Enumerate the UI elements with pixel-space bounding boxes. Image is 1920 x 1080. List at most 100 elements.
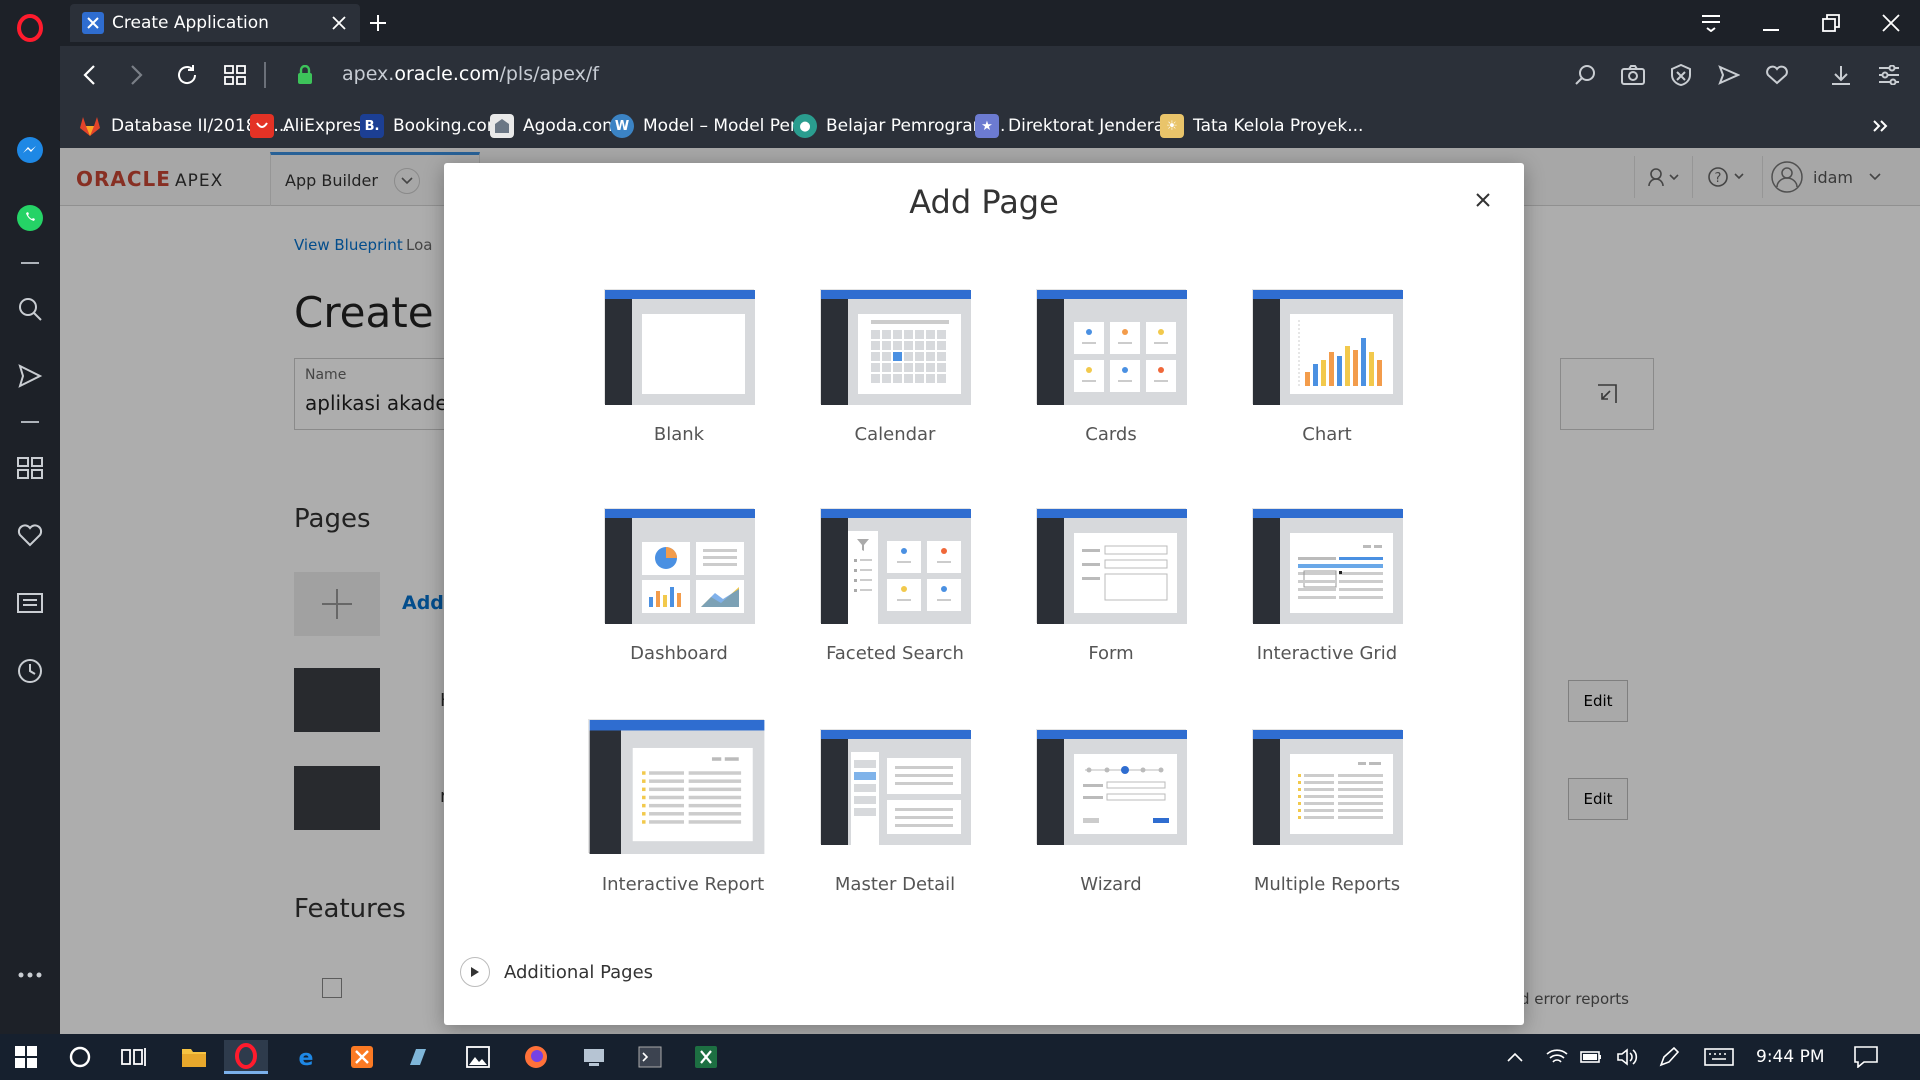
bookmark-direktorat[interactable]: ★ Direktorat Jenderal... bbox=[975, 112, 1185, 140]
easy-setup-icon[interactable] bbox=[1874, 60, 1904, 90]
tile-multiple-reports[interactable]: Multiple Reports bbox=[1234, 729, 1414, 919]
tab-create-application[interactable]: Create Application bbox=[70, 4, 360, 42]
camera-icon[interactable] bbox=[1618, 60, 1648, 90]
tile-label: Master Detail bbox=[834, 874, 956, 895]
bookmark-model-pen[interactable]: W Model – Model Pen... bbox=[610, 112, 817, 140]
tile-label: Dashboard bbox=[630, 643, 728, 664]
tile-interactive-report[interactable]: Interactive Report bbox=[574, 719, 774, 909]
chart-thumbnail-icon bbox=[1252, 289, 1403, 405]
tile-master-detail[interactable]: Master Detail bbox=[802, 729, 982, 919]
search-icon[interactable] bbox=[15, 294, 45, 324]
adblock-icon[interactable] bbox=[1666, 60, 1696, 90]
battery-icon[interactable] bbox=[1576, 1040, 1606, 1074]
minimize-icon[interactable] bbox=[1756, 9, 1786, 37]
close-tab-icon[interactable] bbox=[324, 8, 354, 38]
tabs-grid-icon[interactable] bbox=[220, 60, 250, 90]
send-icon[interactable] bbox=[15, 361, 45, 391]
tile-label: Blank bbox=[653, 424, 705, 445]
heart-icon[interactable] bbox=[1762, 60, 1792, 90]
reload-icon[interactable] bbox=[172, 60, 202, 90]
tile-dashboard[interactable]: Dashboard bbox=[586, 508, 766, 698]
tile-cards[interactable]: Cards bbox=[1018, 289, 1198, 479]
bookmark-belajar[interactable]: ● Belajar Pemrogram... bbox=[793, 112, 1005, 140]
close-dialog-icon[interactable] bbox=[1468, 185, 1498, 215]
blank-thumbnail-icon bbox=[604, 289, 755, 405]
opera-logo-icon[interactable] bbox=[15, 13, 45, 43]
heart-icon[interactable] bbox=[15, 520, 45, 550]
network-app-icon[interactable] bbox=[572, 1040, 616, 1074]
wifi-icon[interactable] bbox=[1542, 1040, 1572, 1074]
new-tab-icon[interactable] bbox=[364, 9, 392, 37]
address-divider bbox=[264, 62, 266, 88]
restore-icon[interactable] bbox=[1816, 9, 1846, 37]
url-field[interactable]: apex.oracle.com/pls/apex/f bbox=[342, 63, 599, 85]
svg-text:e: e bbox=[299, 1046, 314, 1069]
xampp-icon[interactable] bbox=[340, 1040, 384, 1074]
tile-faceted-search[interactable]: Faceted Search bbox=[802, 508, 982, 698]
send-icon[interactable] bbox=[1714, 60, 1744, 90]
tile-blank[interactable]: Blank bbox=[586, 289, 766, 479]
volume-icon[interactable] bbox=[1612, 1040, 1642, 1074]
app-icon[interactable] bbox=[396, 1040, 440, 1074]
bookmark-aliexpress[interactable]: AliExpress bbox=[250, 112, 370, 140]
tile-wizard[interactable]: Wizard bbox=[1018, 729, 1198, 919]
wizard-thumbnail-icon bbox=[1036, 729, 1187, 845]
history-icon[interactable] bbox=[15, 656, 45, 686]
interactive-report-thumbnail-icon bbox=[588, 719, 765, 854]
more-bookmarks-icon[interactable] bbox=[1866, 114, 1894, 138]
file-explorer-icon[interactable] bbox=[172, 1040, 216, 1074]
tile-form[interactable]: Form bbox=[1018, 508, 1198, 698]
tab-menu-icon[interactable] bbox=[1696, 9, 1726, 37]
windows-start-icon[interactable] bbox=[4, 1040, 48, 1074]
back-icon[interactable] bbox=[74, 60, 104, 90]
news-icon[interactable] bbox=[15, 588, 45, 618]
opera-sidebar bbox=[0, 0, 60, 1034]
gitlab-icon bbox=[78, 114, 102, 138]
wordpress-icon: W bbox=[610, 114, 634, 138]
excel-icon[interactable] bbox=[684, 1040, 728, 1074]
keyboard-icon[interactable] bbox=[1700, 1040, 1738, 1074]
pen-icon[interactable] bbox=[1654, 1040, 1684, 1074]
opera-taskbar-icon[interactable] bbox=[224, 1040, 268, 1074]
tile-calendar[interactable]: Calendar bbox=[802, 289, 982, 479]
tile-label: Cards bbox=[1085, 424, 1137, 445]
tile-label: Multiple Reports bbox=[1253, 874, 1401, 895]
tile-label: Interactive Grid bbox=[1256, 643, 1398, 664]
add-page-dialog: Add Page Blank Calendar Cards Chart Dash… bbox=[444, 163, 1524, 1025]
tile-label: Calendar bbox=[854, 424, 936, 445]
tile-interactive-grid[interactable]: Interactive Grid bbox=[1234, 508, 1414, 698]
taskbar-clock[interactable]: 9:44 PM bbox=[1756, 1047, 1825, 1067]
whatsapp-icon[interactable] bbox=[15, 203, 45, 233]
tile-label: Interactive Report bbox=[601, 874, 765, 895]
multiple-reports-thumbnail-icon bbox=[1252, 729, 1403, 845]
terminal-icon[interactable] bbox=[628, 1040, 672, 1074]
tab-title: Create Application bbox=[112, 13, 269, 33]
photos-icon[interactable] bbox=[456, 1040, 500, 1074]
lock-icon[interactable] bbox=[290, 60, 320, 90]
bookmark-booking[interactable]: B. Booking.com bbox=[360, 112, 503, 140]
additional-pages-toggle[interactable]: Additional Pages bbox=[460, 955, 653, 989]
more-icon[interactable] bbox=[15, 960, 45, 990]
task-view-icon[interactable] bbox=[112, 1040, 156, 1074]
tile-chart[interactable]: Chart bbox=[1234, 289, 1414, 479]
cortana-icon[interactable] bbox=[58, 1040, 102, 1074]
download-icon[interactable] bbox=[1826, 60, 1856, 90]
chevron-up-icon[interactable] bbox=[1500, 1040, 1530, 1074]
edge-icon[interactable]: e bbox=[284, 1040, 328, 1074]
bookmarks-bar: Database II/2018/K... AliExpress B. Book… bbox=[60, 104, 1920, 148]
form-thumbnail-icon bbox=[1036, 508, 1187, 624]
firefox-icon[interactable] bbox=[514, 1040, 558, 1074]
site-icon: ● bbox=[793, 114, 817, 138]
tile-label: Faceted Search bbox=[826, 643, 964, 664]
forward-icon[interactable] bbox=[122, 60, 152, 90]
close-window-icon[interactable] bbox=[1876, 9, 1906, 37]
bookmark-agoda[interactable]: Agoda.com bbox=[490, 112, 619, 140]
tab-bar: Create Application bbox=[60, 0, 1920, 46]
bookmark-tata-kelola[interactable]: ☀ Tata Kelola Proyek... bbox=[1160, 112, 1363, 140]
notification-icon[interactable] bbox=[1848, 1040, 1884, 1074]
interactive-grid-thumbnail-icon bbox=[1252, 508, 1403, 624]
speed-dial-icon[interactable] bbox=[15, 453, 45, 483]
messenger-icon[interactable] bbox=[15, 135, 45, 165]
cards-thumbnail-icon bbox=[1036, 289, 1187, 405]
zoom-search-icon[interactable] bbox=[1570, 60, 1600, 90]
